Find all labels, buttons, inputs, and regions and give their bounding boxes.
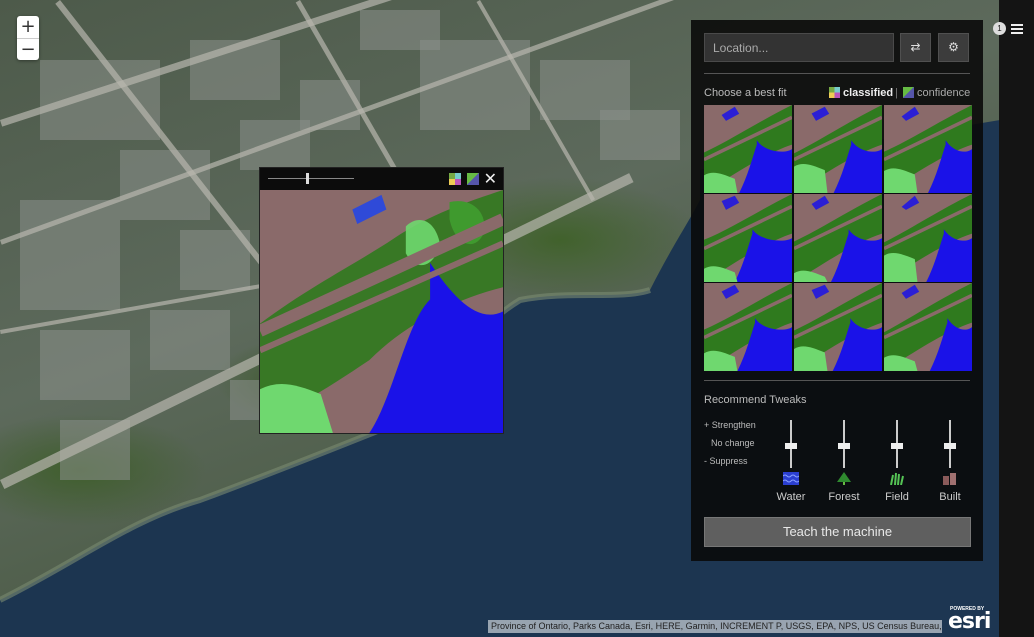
candidate-thumbnail[interactable] [884,194,972,282]
classifier-panel: ⇄ ⚙ Choose a best fit classified | confi… [691,20,983,561]
esri-logo[interactable]: esri [948,609,991,634]
tweak-built: Built [930,420,970,510]
side-strip [999,0,1034,637]
field-icon [889,472,905,486]
candidate-thumbnail[interactable] [794,194,882,282]
notification-badge[interactable]: 1 [993,22,1006,35]
candidate-thumbnail[interactable] [704,105,792,193]
candidate-grid [704,105,972,371]
opacity-slider[interactable] [268,178,354,179]
choose-best-fit-label: Choose a best fit [704,87,787,99]
shuffle-icon: ⇄ [910,40,921,54]
classification-overlay [260,190,503,433]
confidence-label: confidence [917,87,971,99]
tweak-forest: Forest [824,420,864,510]
candidate-thumbnail[interactable] [794,283,882,371]
classified-toggle[interactable]: classified [829,87,893,99]
classified-label: classified [843,87,894,99]
close-icon[interactable]: ✕ [484,168,497,190]
recommend-tweaks-title: Recommend Tweaks [704,394,807,406]
candidate-thumbnail[interactable] [704,194,792,282]
candidate-thumbnail[interactable] [794,105,882,193]
mode-separator: | [895,87,898,99]
forest-icon [836,472,852,485]
water-icon [782,472,800,485]
no-change-label: No change [711,438,755,448]
panel-divider [704,380,970,381]
tweak-slider-knob[interactable] [944,443,956,449]
preview-toolbar: ✕ [260,168,503,190]
classified-icon[interactable] [449,173,461,185]
tweak-label: Water [776,491,806,503]
tweak-slider-knob[interactable] [838,443,850,449]
opacity-slider-thumb[interactable] [305,173,309,184]
tweak-field: Field [877,420,917,510]
confidence-toggle[interactable]: confidence [903,87,970,99]
built-icon [942,472,958,485]
zoom-in-button[interactable]: + [17,16,39,38]
candidate-thumbnail[interactable] [704,283,792,371]
tweak-slider-knob[interactable] [891,443,903,449]
panel-divider [704,73,970,74]
confidence-icon[interactable] [467,173,479,185]
location-search-input[interactable] [704,33,894,62]
teach-machine-button[interactable]: Teach the machine [704,517,971,547]
tweak-water: Water [771,420,811,510]
gear-icon: ⚙ [948,40,959,54]
zoom-control: + − [17,16,39,60]
tweak-slider-knob[interactable] [785,443,797,449]
classification-preview-window[interactable]: ✕ [259,167,504,434]
map-attribution[interactable]: Province of Ontario, Parks Canada, Esri,… [488,620,942,633]
tweak-label: Built [939,491,961,503]
suppress-label: - Suppress [704,456,748,466]
zoom-out-button[interactable]: − [17,38,39,60]
classified-icon [829,87,840,98]
tweak-label: Forest [828,491,860,503]
candidate-thumbnail[interactable] [884,283,972,371]
classification-map [260,190,503,433]
candidate-thumbnail[interactable] [884,105,972,193]
settings-button[interactable]: ⚙ [938,33,969,62]
tweak-label: Field [885,491,909,503]
confidence-icon [903,87,914,98]
strengthen-label: + Strengthen [704,420,756,430]
menu-icon[interactable] [1011,24,1023,34]
shuffle-button[interactable]: ⇄ [900,33,931,62]
